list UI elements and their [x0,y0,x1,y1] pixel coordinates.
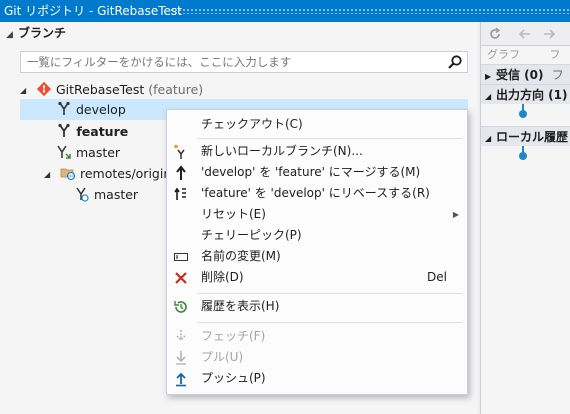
fetch-icon [176,330,186,342]
menu-item-pull[interactable]: プル(U) [167,347,467,368]
branch-icon [58,123,70,137]
incoming-label: 受信 (0) [496,68,544,82]
repo-current-branch: (feature) [148,82,204,97]
branch-icon [58,101,70,115]
window-title: Git リポジトリ - GitRebaseTest [4,4,182,18]
window-title-bar: Git リポジトリ - GitRebaseTest [0,0,570,22]
submenu-arrow-icon: ▶ [452,210,459,219]
expand-arrow-icon[interactable]: ◢ [44,164,56,185]
menu-item-delete[interactable]: 削除(D) Del [167,267,467,288]
incoming-section[interactable]: ▶ 受信 (0) フ [481,64,570,84]
outgoing-section[interactable]: ◢ 出力方向 (1) [481,84,570,104]
branch-item-master[interactable]: master [20,142,120,163]
branch-label: develop [75,102,126,117]
menu-separator [197,322,463,323]
expand-arrow-icon[interactable]: ◢ [20,80,32,101]
menu-item-merge[interactable]: 'develop' を 'feature' にマージする(M) [167,162,467,183]
outgoing-commit-graph [481,104,570,126]
branches-title: ブランチ [18,26,67,40]
incoming-suffix: フ [551,68,564,82]
local-history-label: ローカル履歴 [496,130,569,144]
new-branch-icon [174,144,185,159]
menu-item-reset[interactable]: リセット(E) ▶ [167,204,467,225]
collapse-arrow-icon: ◢ [485,92,492,101]
menu-item-push[interactable]: プッシュ(P) [167,368,467,389]
back-icon[interactable] [517,26,533,42]
branch-label: feature [76,124,129,139]
commit-node[interactable] [519,110,527,118]
menu-separator [197,293,463,294]
repo-node[interactable]: ◢ GitRebaseTest (feature) [20,79,203,100]
branch-label: master [75,145,121,160]
collapse-arrow-icon: ◢ [485,134,492,143]
branch-item-feature[interactable]: feature [20,121,128,142]
refresh-icon[interactable] [487,26,503,42]
remote-branch-item-master[interactable]: master [20,184,138,205]
menu-item-new-branch[interactable]: 新しいローカルブランチ(N)... [167,141,467,162]
commit-node[interactable] [519,152,527,160]
rename-icon [174,253,188,261]
expand-arrow-icon: ▶ [485,72,492,81]
branch-filter-input[interactable] [21,52,431,72]
menu-item-checkout[interactable]: チェックアウト(C) [167,114,467,135]
menu-item-rebase[interactable]: 'feature' を 'develop' にリベースする(R) [167,183,467,204]
branch-context-menu: チェックアウト(C) 新しいローカルブランチ(N)... 'develop' を… [166,109,468,395]
menu-item-rename[interactable]: 名前の変更(M) [167,246,467,267]
graph-label: グラフ [487,48,520,61]
delete-shortcut: Del [427,270,447,284]
graph-header: グラフ フ [481,46,570,64]
remote-label: remotes/origin [79,166,172,181]
local-commit-graph [481,146,570,168]
forward-icon[interactable] [541,26,557,42]
collapse-arrow-icon: ◢ [6,30,13,40]
git-repo-icon [36,81,52,97]
rebase-icon [174,187,186,200]
history-pane: グラフ フ ▶ 受信 (0) フ ◢ 出力方向 (1) ◢ ローカル履歴 [480,22,570,414]
search-icon[interactable] [447,54,463,70]
history-icon [174,301,187,313]
repo-name: GitRebaseTest [55,82,145,97]
branch-label: master [93,187,139,202]
delete-icon [175,272,187,284]
remote-node-origin[interactable]: ◢ remotes/origin [20,163,171,184]
remote-folder-icon [60,168,76,181]
branch-filter-box[interactable] [20,51,468,73]
menu-separator [197,138,463,139]
push-icon [176,372,186,387]
pull-icon [176,351,186,365]
merge-icon [176,165,186,180]
menu-item-fetch[interactable]: フェッチ(F) [167,326,467,347]
menu-item-cherry-pick[interactable]: チェリーピック(P) [167,225,467,246]
title-grip [170,8,570,14]
local-history-section[interactable]: ◢ ローカル履歴 [481,126,570,146]
branches-section-header[interactable]: ◢ ブランチ [0,22,478,44]
outgoing-label: 出力方向 (1) [496,88,568,102]
tracking-branch-icon [57,145,71,159]
graph-label-2: フ [549,48,561,61]
remote-branch-icon [76,187,89,202]
history-toolbar [481,22,570,46]
menu-item-view-history[interactable]: 履歴を表示(H) [167,296,467,317]
